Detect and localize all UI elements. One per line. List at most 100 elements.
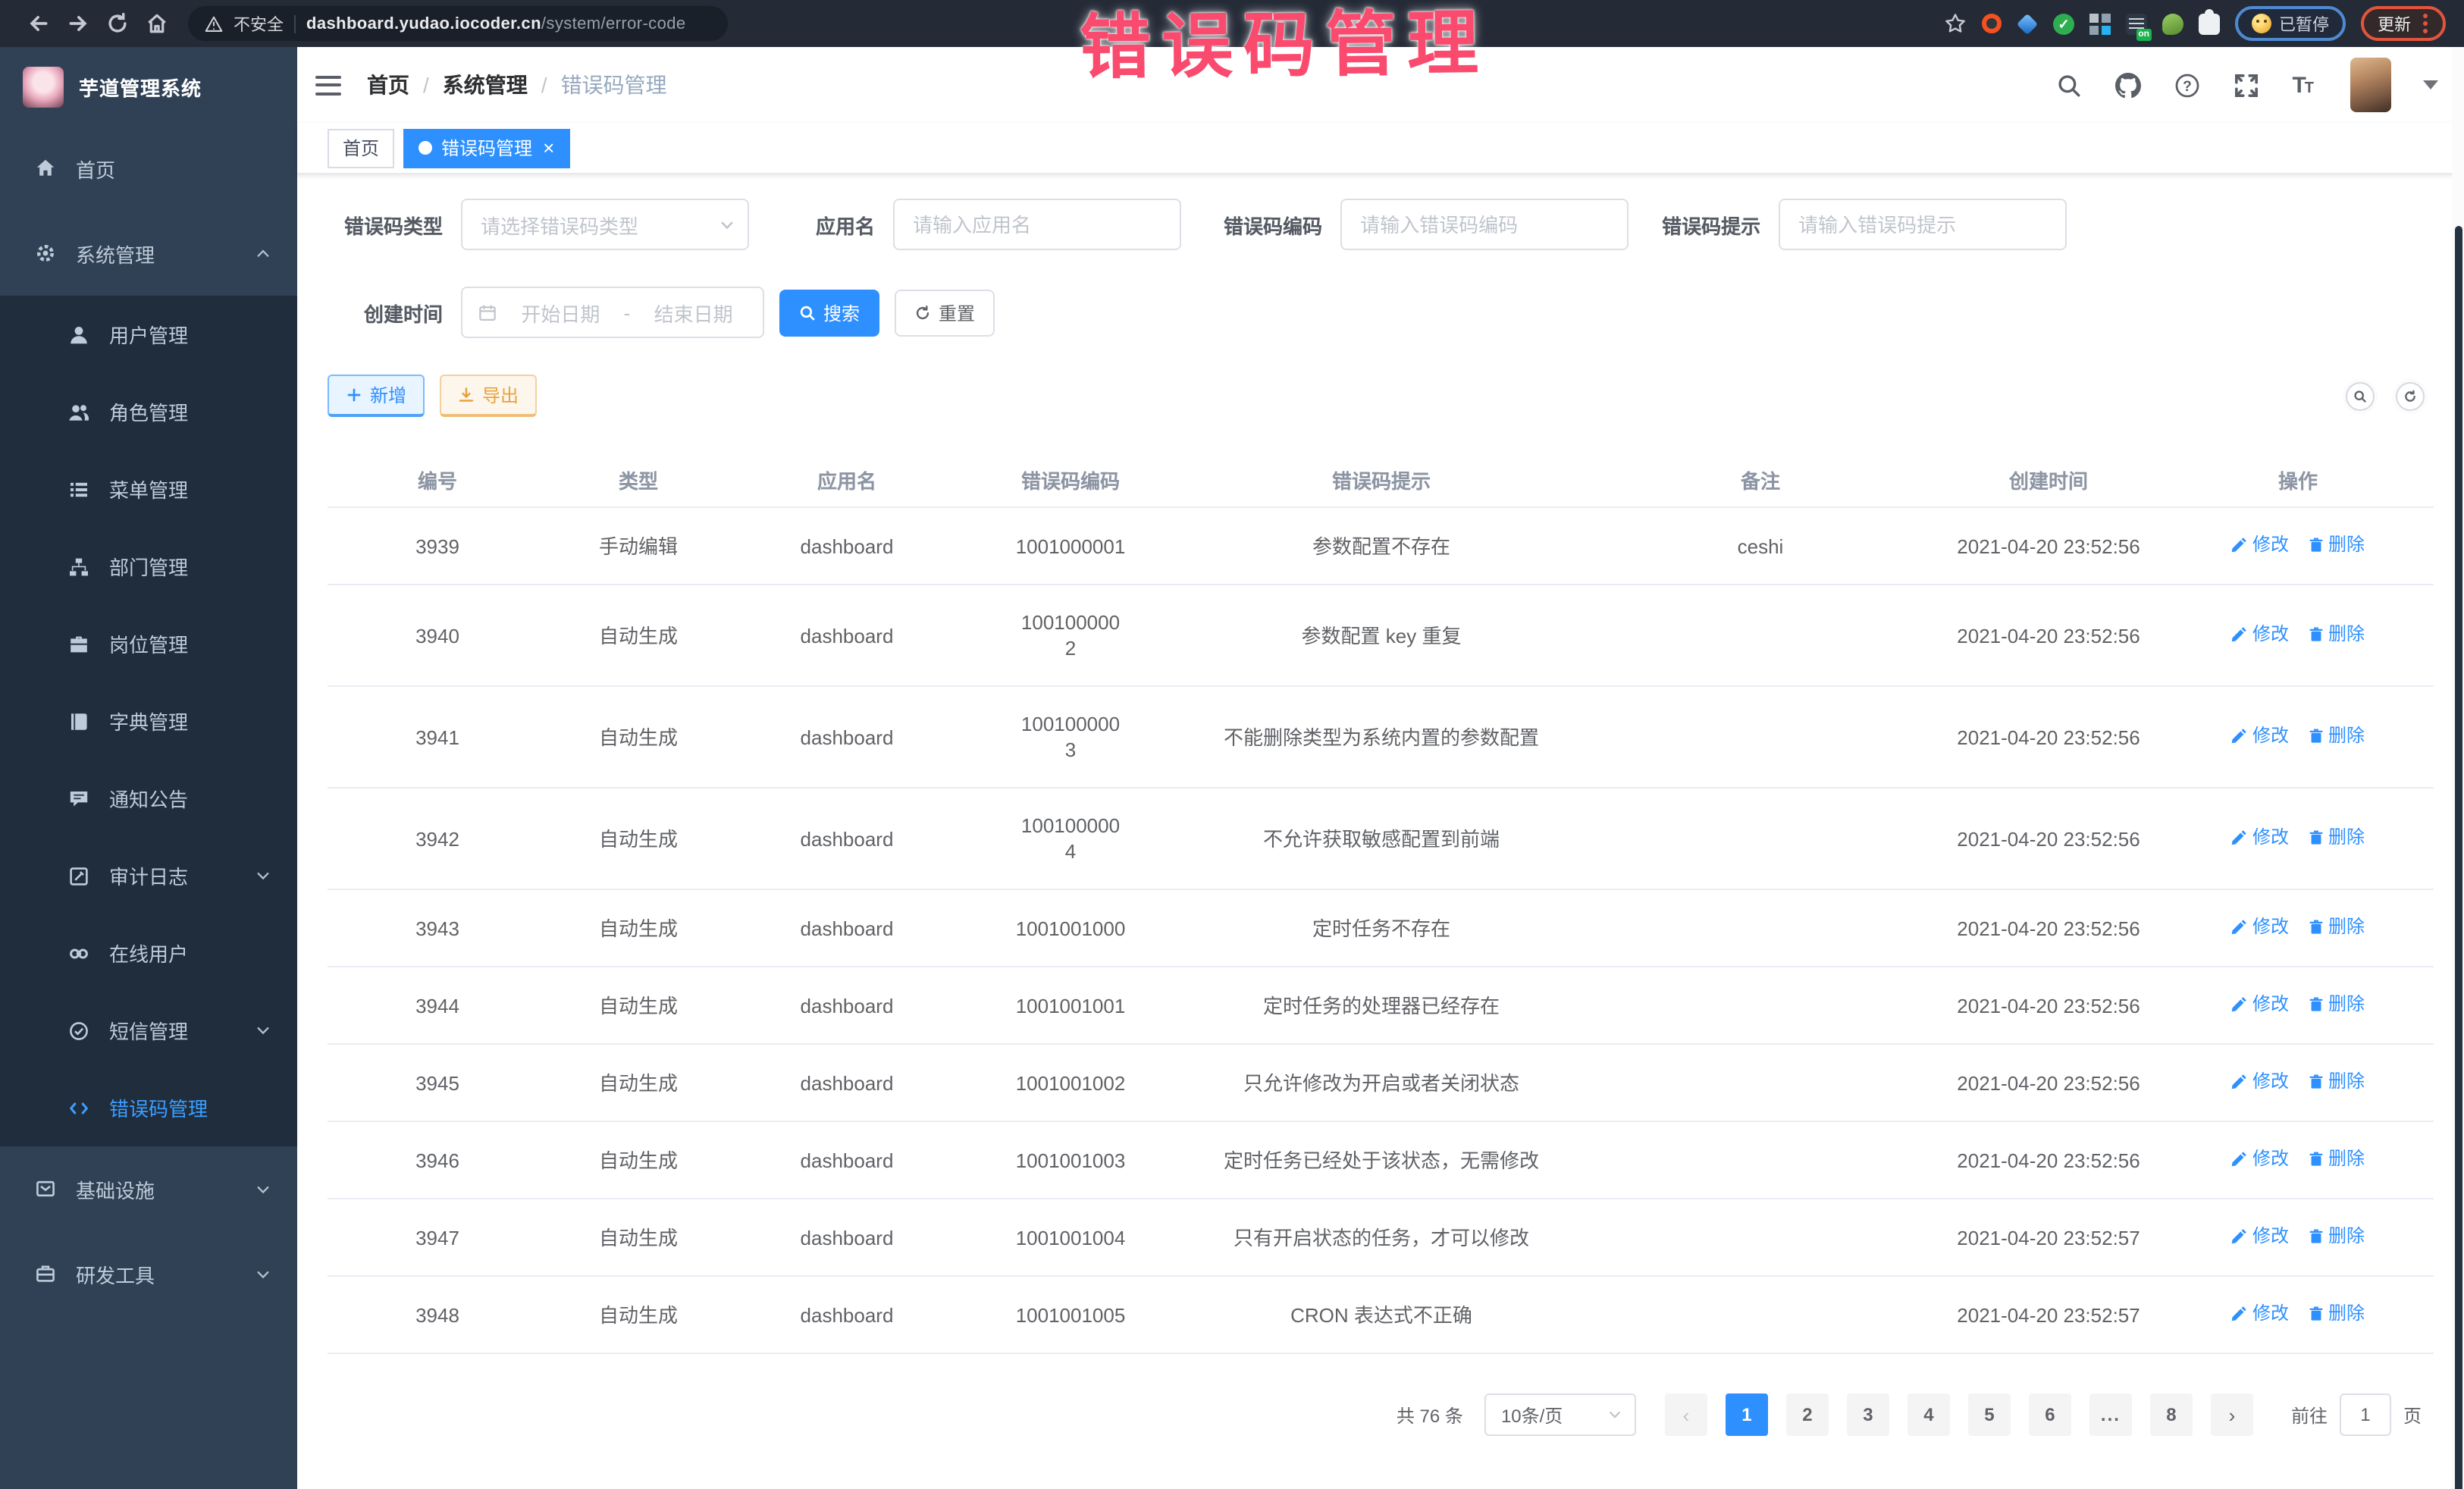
tab-home[interactable]: 首页 — [328, 128, 394, 168]
delete-link[interactable]: 删除 — [2307, 532, 2365, 558]
font-size-icon[interactable]: TT — [2292, 74, 2312, 96]
extension-orange-ring-icon[interactable] — [1982, 14, 2002, 33]
sidebar-item-1[interactable]: 系统管理 — [0, 211, 297, 296]
date-range-picker[interactable]: 开始日期 - 结束日期 — [461, 287, 764, 338]
page-button-5[interactable]: 5 — [1968, 1393, 2011, 1436]
edit-link[interactable]: 修改 — [2231, 825, 2289, 851]
hamburger-icon[interactable] — [315, 75, 341, 95]
extension-green-leaf-icon[interactable] — [2162, 13, 2183, 34]
reset-button[interactable]: 重置 — [895, 289, 995, 336]
sidebar-item-10[interactable]: 在线用户 — [0, 914, 297, 992]
error-message-input[interactable] — [1780, 200, 2065, 249]
extension-blue-gem-icon[interactable] — [2017, 13, 2038, 34]
app-logo[interactable]: 芋道管理系统 — [0, 47, 297, 126]
page-button-6[interactable]: 6 — [2029, 1393, 2071, 1436]
page-button-1[interactable]: 1 — [1726, 1393, 1768, 1436]
help-icon[interactable]: ? — [2174, 71, 2201, 99]
cell-time: 2021-04-20 23:52:56 — [1935, 889, 2162, 967]
extension-puzzle-icon[interactable] — [2199, 13, 2220, 34]
delete-link[interactable]: 删除 — [2307, 1224, 2365, 1249]
forward-icon[interactable] — [58, 4, 97, 43]
breadcrumb-home[interactable]: 首页 — [367, 70, 409, 100]
edit-link[interactable]: 修改 — [2231, 1224, 2289, 1249]
toggle-search-icon[interactable] — [2346, 381, 2375, 410]
sidebar-item-6[interactable]: 岗位管理 — [0, 605, 297, 682]
error-code-input[interactable] — [1342, 200, 1627, 249]
error-code-label: 错误码编码 — [1224, 210, 1340, 239]
page-button-2[interactable]: 2 — [1786, 1393, 1829, 1436]
scrollbar-thumb[interactable] — [2455, 226, 2462, 1489]
delete-link[interactable]: 删除 — [2307, 622, 2365, 647]
cell-remark — [1586, 686, 1935, 788]
page-button-4[interactable]: 4 — [1908, 1393, 1950, 1436]
tab-error-code[interactable]: 错误码管理 × — [403, 128, 569, 168]
user-avatar[interactable] — [2350, 58, 2391, 112]
edit-link[interactable]: 修改 — [2231, 622, 2289, 647]
sidebar-item-9[interactable]: 审计日志 — [0, 837, 297, 914]
sidebar-item-11[interactable]: 短信管理 — [0, 992, 297, 1069]
url-bar[interactable]: 不安全 dashboard.yudao.iocoder.cn/system/er… — [188, 6, 728, 41]
edit-link[interactable]: 修改 — [2231, 914, 2289, 940]
sidebar-item-13[interactable]: 基础设施 — [0, 1146, 297, 1231]
edit-link[interactable]: 修改 — [2231, 1069, 2289, 1095]
extension-grid-icon[interactable] — [2089, 13, 2111, 34]
delete-link[interactable]: 删除 — [2307, 825, 2365, 851]
app-name-input[interactable] — [895, 200, 1180, 249]
edit-link[interactable]: 修改 — [2231, 1146, 2289, 1172]
sidebar-item-8[interactable]: 通知公告 — [0, 760, 297, 837]
error-type-select[interactable]: 请选择错误码类型 — [461, 199, 749, 250]
sidebar-item-label: 基础设施 — [76, 1174, 155, 1203]
edit-link[interactable]: 修改 — [2231, 992, 2289, 1017]
sidebar-item-3[interactable]: 角色管理 — [0, 373, 297, 450]
export-button[interactable]: 导出 — [440, 375, 537, 417]
page-scrollbar[interactable] — [2452, 47, 2464, 1489]
breadcrumb-system[interactable]: 系统管理 — [443, 70, 528, 100]
edit-link[interactable]: 修改 — [2231, 1301, 2289, 1327]
sidebar-item-5[interactable]: 部门管理 — [0, 528, 297, 605]
delete-link[interactable]: 删除 — [2307, 723, 2365, 749]
add-button[interactable]: 新增 — [328, 375, 425, 417]
cell-msg: 只有开启状态的任务，才可以修改 — [1177, 1199, 1586, 1276]
browser-update-button[interactable]: 更新 — [2361, 6, 2446, 41]
prev-page-button[interactable]: ‹ — [1665, 1393, 1707, 1436]
delete-link[interactable]: 删除 — [2307, 992, 2365, 1017]
page-button-3[interactable]: 3 — [1847, 1393, 1889, 1436]
sidebar-item-label: 角色管理 — [109, 397, 188, 426]
delete-link[interactable]: 删除 — [2307, 914, 2365, 940]
url-text: dashboard.yudao.iocoder.cn/system/error-… — [306, 14, 686, 33]
sidebar-item-12[interactable]: 错误码管理 — [0, 1069, 297, 1146]
delete-link[interactable]: 删除 — [2307, 1146, 2365, 1172]
reload-icon[interactable] — [97, 4, 136, 43]
search-icon[interactable] — [2055, 71, 2083, 99]
page-size-select[interactable]: 10条/页 — [1484, 1393, 1636, 1436]
start-date-placeholder: 开始日期 — [506, 298, 615, 327]
bookmark-star-icon[interactable] — [1944, 12, 1967, 35]
extension-list-on-icon[interactable] — [2126, 13, 2147, 34]
edit-link[interactable]: 修改 — [2231, 532, 2289, 558]
avatar-dropdown-caret-icon[interactable] — [2423, 80, 2438, 89]
sidebar-item-14[interactable]: 研发工具 — [0, 1231, 297, 1316]
next-page-button[interactable]: › — [2211, 1393, 2253, 1436]
fullscreen-icon[interactable] — [2233, 71, 2260, 99]
sidebar-item-0[interactable]: 首页 — [0, 126, 297, 211]
delete-link[interactable]: 删除 — [2307, 1301, 2365, 1327]
goto-page-input[interactable] — [2340, 1393, 2391, 1436]
github-icon[interactable] — [2114, 71, 2142, 99]
home-icon[interactable] — [136, 4, 176, 43]
sidebar-item-7[interactable]: 字典管理 — [0, 682, 297, 760]
extension-green-check-icon[interactable]: ✓ — [2053, 13, 2074, 34]
page-button-8[interactable]: 8 — [2150, 1393, 2193, 1436]
browser-menu-icon[interactable] — [2423, 21, 2428, 26]
page-ellipsis[interactable]: ... — [2089, 1393, 2132, 1436]
tab-close-icon[interactable]: × — [543, 138, 554, 158]
table-header-row: 编号 类型 应用名 错误码编码 错误码提示 备注 创建时间 操作 — [328, 453, 2434, 507]
delete-link[interactable]: 删除 — [2307, 1069, 2365, 1095]
sidebar-item-4[interactable]: 菜单管理 — [0, 450, 297, 528]
sidebar-item-2[interactable]: 用户管理 — [0, 296, 297, 373]
back-icon[interactable] — [18, 4, 58, 43]
cell-time: 2021-04-20 23:52:56 — [1935, 585, 2162, 686]
refresh-table-icon[interactable] — [2396, 381, 2425, 410]
profile-paused-badge[interactable]: 已暂停 — [2235, 6, 2346, 41]
search-button[interactable]: 搜索 — [779, 289, 879, 336]
edit-link[interactable]: 修改 — [2231, 723, 2289, 749]
